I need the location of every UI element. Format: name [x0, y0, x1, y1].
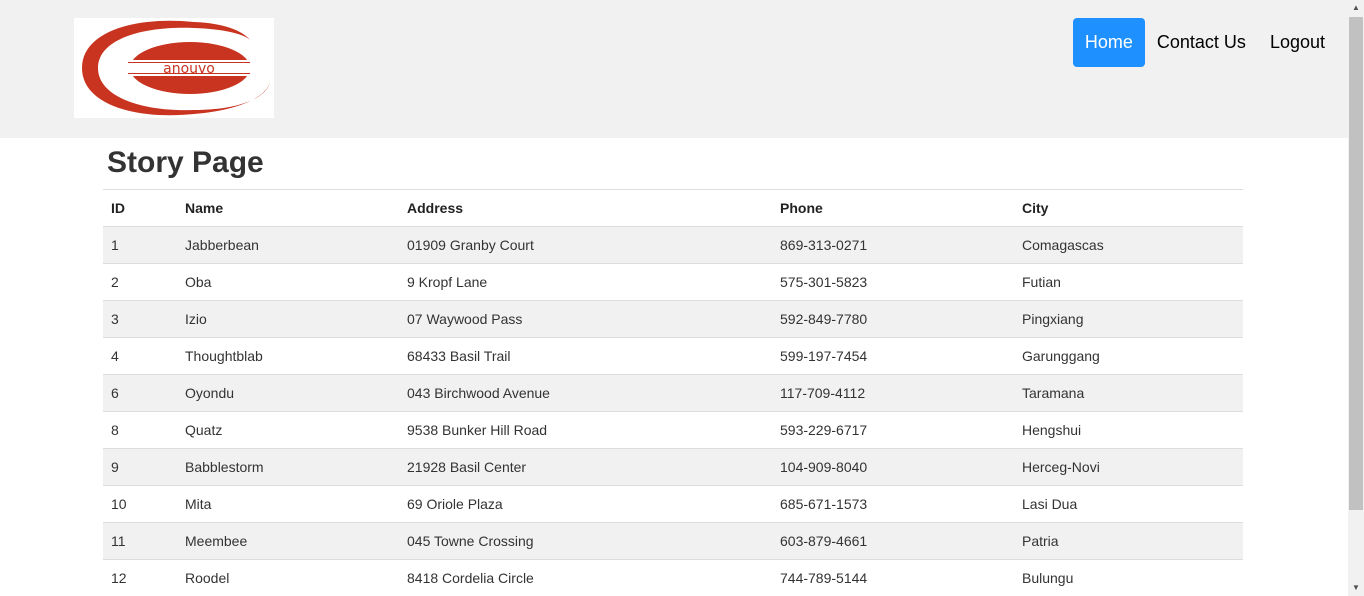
column-header-address: Address [399, 189, 772, 227]
cell-address: 69 Oriole Plaza [399, 485, 772, 523]
anouvo-logo-icon: anouvo [82, 20, 270, 116]
table-row: 12 Roodel 8418 Cordelia Circle 744-789-5… [103, 559, 1243, 596]
cell-id: 12 [103, 559, 177, 596]
table-row: 3 Izio 07 Waywood Pass 592-849-7780 Ping… [103, 300, 1243, 338]
header: anouvo Home Contact Us Logout [0, 0, 1348, 138]
cell-phone: 685-671-1573 [772, 485, 1014, 523]
cell-phone: 104-909-8040 [772, 448, 1014, 486]
scrollbar-thumb[interactable] [1349, 17, 1363, 510]
cell-name: Meembee [177, 522, 399, 560]
nav-home[interactable]: Home [1072, 18, 1145, 67]
table-row: 2 Oba 9 Kropf Lane 575-301-5823 Futian [103, 263, 1243, 301]
cell-name: Oyondu [177, 374, 399, 412]
cell-phone: 869-313-0271 [772, 226, 1014, 264]
cell-address: 01909 Granby Court [399, 226, 772, 264]
cell-address: 21928 Basil Center [399, 448, 772, 486]
cell-city: Bulungu [1014, 559, 1243, 596]
cell-city: Patria [1014, 522, 1243, 560]
cell-id: 4 [103, 337, 177, 375]
cell-city: Lasi Dua [1014, 485, 1243, 523]
cell-id: 6 [103, 374, 177, 412]
cell-city: Futian [1014, 263, 1243, 301]
cell-address: 043 Birchwood Avenue [399, 374, 772, 412]
table-header-row: ID Name Address Phone City [103, 189, 1243, 227]
cell-city: Taramana [1014, 374, 1243, 412]
cell-name: Thoughtblab [177, 337, 399, 375]
cell-id: 11 [103, 522, 177, 560]
story-table: ID Name Address Phone City 1 Jabberbean … [103, 189, 1243, 596]
cell-city: Hengshui [1014, 411, 1243, 449]
table-row: 9 Babblestorm 21928 Basil Center 104-909… [103, 448, 1243, 486]
cell-phone: 592-849-7780 [772, 300, 1014, 338]
page: anouvo Home Contact Us Logout Story Page… [0, 0, 1364, 596]
table-row: 11 Meembee 045 Towne Crossing 603-879-46… [103, 522, 1243, 560]
table-row: 8 Quatz 9538 Bunker Hill Road 593-229-67… [103, 411, 1243, 449]
cell-id: 9 [103, 448, 177, 486]
cell-phone: 603-879-4661 [772, 522, 1014, 560]
vertical-scrollbar[interactable]: ▲ ▼ [1348, 0, 1364, 596]
main-nav: Home Contact Us Logout [1072, 18, 1337, 67]
cell-address: 68433 Basil Trail [399, 337, 772, 375]
nav-contact-us[interactable]: Contact Us [1145, 18, 1258, 67]
cell-id: 8 [103, 411, 177, 449]
column-header-city: City [1014, 189, 1243, 227]
page-title: Story Page [107, 146, 264, 179]
cell-id: 1 [103, 226, 177, 264]
cell-name: Quatz [177, 411, 399, 449]
cell-address: 9 Kropf Lane [399, 263, 772, 301]
cell-id: 3 [103, 300, 177, 338]
cell-phone: 599-197-7454 [772, 337, 1014, 375]
cell-address: 07 Waywood Pass [399, 300, 772, 338]
column-header-phone: Phone [772, 189, 1014, 227]
cell-phone: 744-789-5144 [772, 559, 1014, 596]
table-row: 10 Mita 69 Oriole Plaza 685-671-1573 Las… [103, 485, 1243, 523]
cell-name: Oba [177, 263, 399, 301]
table-row: 4 Thoughtblab 68433 Basil Trail 599-197-… [103, 337, 1243, 375]
cell-id: 2 [103, 263, 177, 301]
cell-phone: 575-301-5823 [772, 263, 1014, 301]
cell-address: 045 Towne Crossing [399, 522, 772, 560]
scroll-up-icon[interactable]: ▲ [1348, 0, 1364, 16]
logo[interactable]: anouvo [74, 18, 274, 118]
logo-text: anouvo [163, 61, 215, 77]
table-row: 1 Jabberbean 01909 Granby Court 869-313-… [103, 226, 1243, 264]
cell-name: Izio [177, 300, 399, 338]
cell-name: Mita [177, 485, 399, 523]
nav-logout[interactable]: Logout [1258, 18, 1337, 67]
cell-city: Herceg-Novi [1014, 448, 1243, 486]
cell-address: 8418 Cordelia Circle [399, 559, 772, 596]
cell-city: Comagascas [1014, 226, 1243, 264]
cell-name: Jabberbean [177, 226, 399, 264]
column-header-id: ID [103, 189, 177, 227]
cell-phone: 117-709-4112 [772, 374, 1014, 412]
cell-city: Pingxiang [1014, 300, 1243, 338]
scroll-down-icon[interactable]: ▼ [1348, 580, 1364, 596]
cell-name: Babblestorm [177, 448, 399, 486]
cell-phone: 593-229-6717 [772, 411, 1014, 449]
cell-name: Roodel [177, 559, 399, 596]
main-content: Story Page ID Name Address Phone City 1 … [103, 138, 1243, 596]
cell-city: Garunggang [1014, 337, 1243, 375]
cell-address: 9538 Bunker Hill Road [399, 411, 772, 449]
table-row: 6 Oyondu 043 Birchwood Avenue 117-709-41… [103, 374, 1243, 412]
cell-id: 10 [103, 485, 177, 523]
column-header-name: Name [177, 189, 399, 227]
